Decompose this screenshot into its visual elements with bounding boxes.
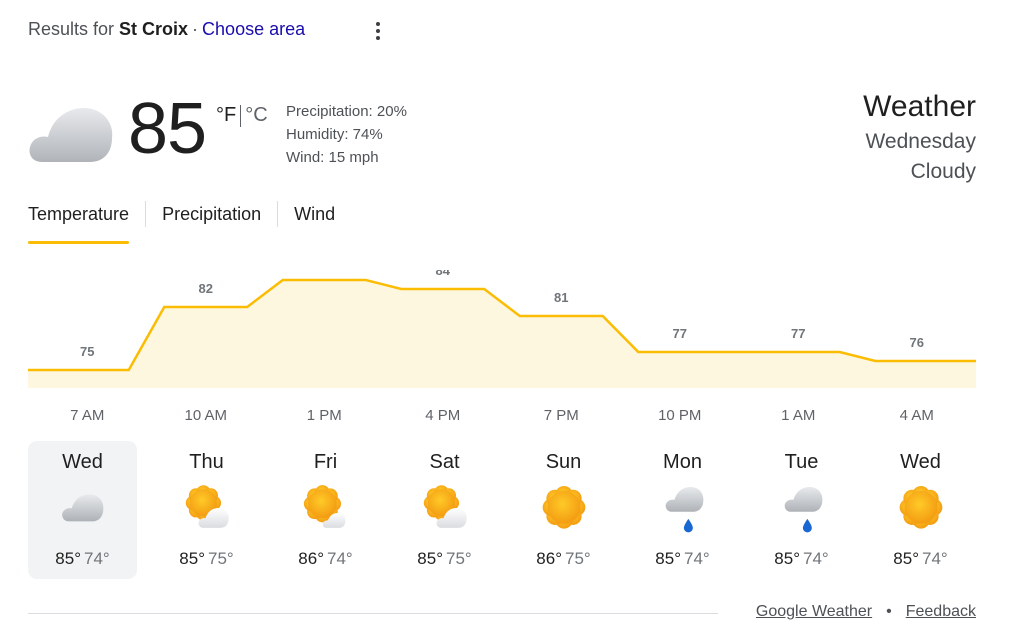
footer: Google Weather • Feedback (756, 603, 976, 621)
forecast-low: 75° (446, 549, 472, 568)
forecast-day-mon[interactable]: Mon 85° 74° (623, 441, 742, 579)
chart-value-label: 77 (791, 326, 805, 341)
forecast-day-tue[interactable]: Tue 85° 74° (742, 441, 861, 579)
tab-temperature[interactable]: Temperature (28, 204, 130, 244)
forecast-day-name: Fri (313, 451, 338, 473)
separator-dot: · (192, 19, 199, 39)
forecast-day-name: Sat (429, 451, 460, 473)
forecast-temps: 85° 74° (28, 549, 137, 569)
forecast-temps: 86° 75° (504, 549, 623, 569)
forecast-high: 85° (55, 549, 81, 568)
chart-time-label: 1 PM (307, 407, 342, 424)
choose-area-link[interactable]: Choose area (202, 19, 305, 40)
forecast-day-thu[interactable]: Thu 85° 75° (147, 441, 266, 579)
chart-time-label: 4 AM (900, 407, 934, 424)
humidity-text: Humidity: 74% (286, 126, 383, 143)
chart-time-label: 7 PM (544, 407, 579, 424)
results-prefix: Results for (28, 19, 115, 39)
unit-toggle: °F °C (216, 104, 268, 127)
forecast-high: 86° (298, 549, 324, 568)
forecast-day-fri[interactable]: Fri 86° 74° (266, 441, 385, 579)
forecast-temps: 85° 74° (623, 549, 742, 569)
weather-condition: Cloudy (910, 160, 976, 183)
footer-divider (28, 613, 718, 614)
celsius-toggle[interactable]: °C (245, 104, 267, 127)
forecast-high: 85° (179, 549, 205, 568)
forecast-low: 74° (84, 549, 110, 568)
current-temperature: 85 (128, 89, 207, 169)
rain-icon (784, 487, 822, 533)
forecast-temps: 85° 74° (861, 549, 980, 569)
partly-cloudy-icon (185, 485, 229, 528)
forecast-low: 74° (803, 549, 829, 568)
forecast-day-wed[interactable]: Wed 85° 74° (861, 441, 980, 579)
chart-value-label: 75 (80, 344, 94, 359)
feedback-link[interactable]: Feedback (906, 603, 976, 621)
forecast-day-sat[interactable]: Sat 85° 75° (385, 441, 504, 579)
google-weather-link[interactable]: Google Weather (756, 603, 872, 621)
forecast-high: 85° (774, 549, 800, 568)
cloudy-icon (61, 494, 103, 522)
forecast-day-wed[interactable]: Wed 85° 74° (28, 441, 137, 579)
forecast-day-name: Wed (900, 451, 941, 473)
tab-divider (277, 201, 279, 227)
forecast-temps: 85° 75° (385, 549, 504, 569)
rain-icon (665, 487, 703, 533)
sunny-icon (899, 485, 942, 529)
forecast-day-sun[interactable]: Sun 86° 75° (504, 441, 623, 579)
tab-wind[interactable]: Wind (294, 204, 335, 242)
forecast-day-name: Wed (62, 451, 103, 473)
forecast-low: 75° (565, 549, 591, 568)
footer-bullet: • (886, 603, 892, 620)
chart-value-label: 84 (436, 270, 451, 278)
forecast-temps: 86° 74° (266, 549, 385, 569)
mostly-sunny-icon (303, 485, 345, 528)
forecast-high: 86° (536, 549, 562, 568)
chart-value-label: 82 (199, 281, 213, 296)
wind-text: Wind: 15 mph (286, 149, 379, 166)
sunny-icon (542, 485, 585, 529)
chart-time-label: 1 AM (781, 407, 815, 424)
forecast-low: 75° (208, 549, 234, 568)
chart-value-label: 77 (673, 326, 687, 341)
more-options-icon[interactable] (370, 20, 386, 42)
chart-time-label: 4 PM (425, 407, 460, 424)
forecast-low: 74° (684, 549, 710, 568)
chart-value-label: 76 (910, 335, 924, 350)
forecast-low: 74° (327, 549, 353, 568)
tab-divider (145, 201, 147, 227)
precipitation-text: Precipitation: 20% (286, 103, 407, 120)
weather-title: Weather (863, 90, 976, 123)
daily-forecast: Wed 85° 74° Thu 85° 75° Fri 86° 74° Sat 85° 75°… (28, 441, 980, 579)
chart-time-label: 10 AM (184, 407, 227, 424)
chart-area (28, 280, 976, 388)
chart-time-label: 10 PM (658, 407, 701, 424)
current-details: Precipitation: 20% Humidity: 74% Wind: 1… (286, 100, 407, 169)
chart-time-label: 7 AM (70, 407, 104, 424)
location-name: St Croix (119, 19, 189, 39)
fahrenheit-toggle[interactable]: °F (216, 104, 236, 127)
cloudy-icon (29, 108, 113, 162)
forecast-day-name: Sun (545, 451, 582, 473)
forecast-temps: 85° 75° (147, 549, 266, 569)
forecast-day-name: Thu (189, 451, 224, 473)
unit-separator (240, 104, 242, 127)
chart-tabs: Temperature Precipitation Wind (28, 201, 335, 244)
temperature-chart[interactable]: 757 AM8210 AM851 PM844 PM817 PM7710 PM77… (28, 270, 976, 430)
forecast-high: 85° (893, 549, 919, 568)
forecast-low: 74° (922, 549, 948, 568)
forecast-day-name: Mon (663, 451, 702, 473)
partly-cloudy-icon (423, 485, 467, 528)
forecast-day-name: Tue (784, 451, 819, 473)
tab-precipitation[interactable]: Precipitation (162, 204, 261, 242)
weather-day: Wednesday (865, 130, 976, 153)
chart-value-label: 81 (554, 290, 568, 305)
results-header: Results for St Croix · Choose area (28, 19, 305, 40)
forecast-high: 85° (655, 549, 681, 568)
forecast-temps: 85° 74° (742, 549, 861, 569)
forecast-high: 85° (417, 549, 443, 568)
